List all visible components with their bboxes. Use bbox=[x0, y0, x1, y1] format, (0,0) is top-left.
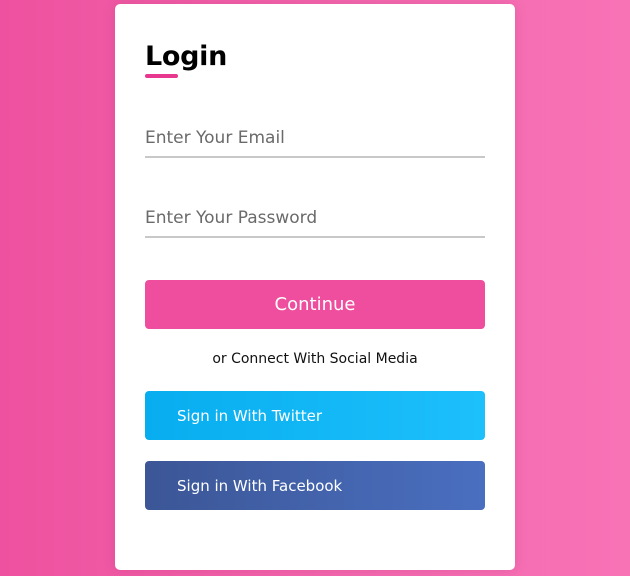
social-connect-text: or Connect With Social Media bbox=[212, 351, 418, 367]
title-underline bbox=[145, 74, 178, 78]
email-field[interactable] bbox=[145, 120, 485, 158]
password-field[interactable] bbox=[145, 200, 485, 238]
page-title: Login bbox=[145, 41, 228, 72]
login-card: Login Continue or Connect With Social Me… bbox=[115, 4, 515, 570]
facebook-signin-button[interactable]: Sign in With Facebook bbox=[145, 461, 485, 510]
twitter-signin-button[interactable]: Sign in With Twitter bbox=[145, 391, 485, 440]
continue-button[interactable]: Continue bbox=[145, 280, 485, 329]
